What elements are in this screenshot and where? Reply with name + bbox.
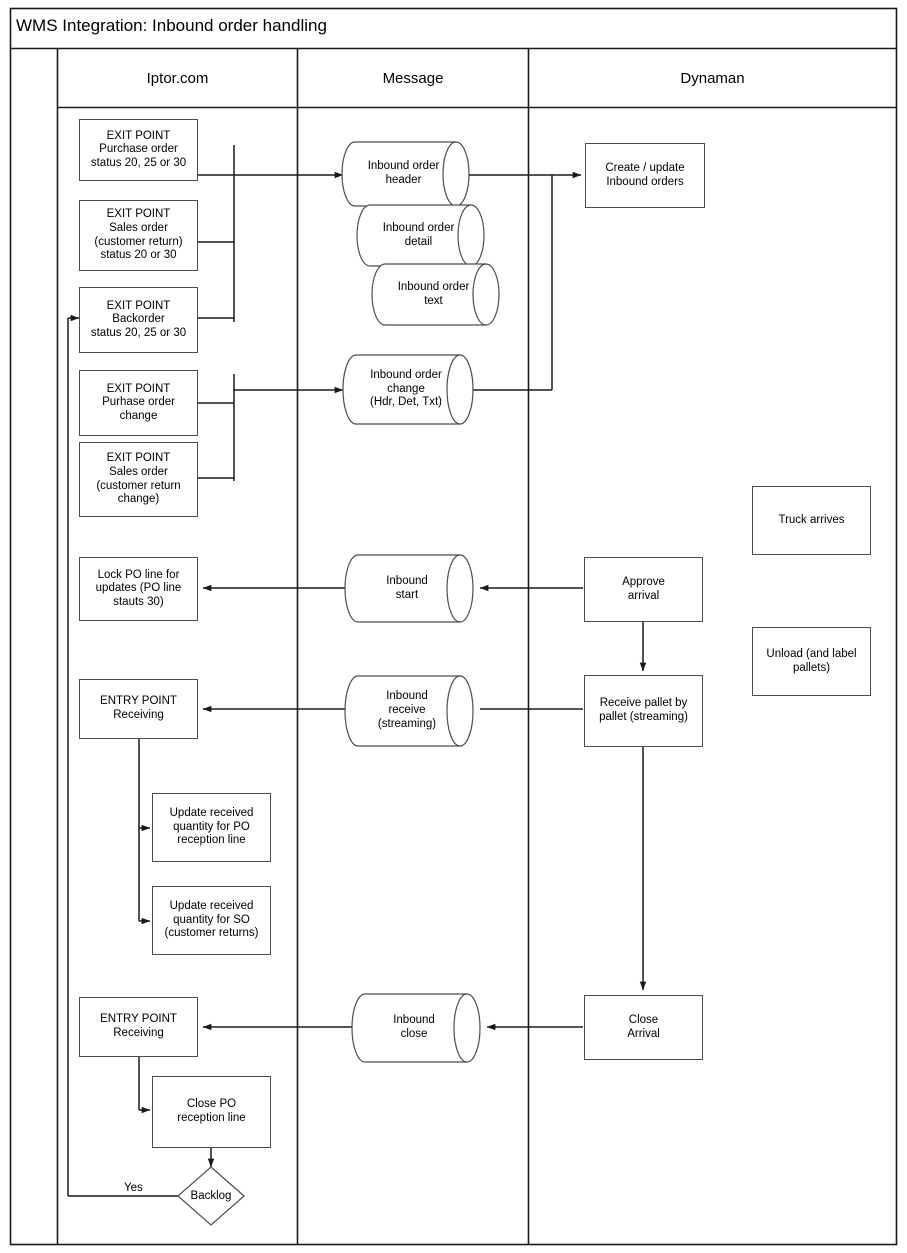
node-exit-po-status[interactable]: EXIT POINT Purchase order status 20, 25 or… (79, 119, 198, 181)
node-msg-inbound-change[interactable]: Inbound order change (Hdr, Det, Txt) (343, 355, 473, 424)
node-exit-so-change[interactable]: EXIT POINT Sales order (customer return cha… (79, 442, 198, 517)
node-dyn-close-arrival[interactable]: Close Arrival (584, 995, 703, 1060)
node-update-qty-po[interactable]: Update received quantity for PO reception … (152, 793, 271, 862)
node-msg-inbound-start[interactable]: Inbound start (345, 555, 473, 622)
node-msg-inbound-text[interactable]: Inbound order text (373, 264, 498, 325)
node-dyn-approve-arrival[interactable]: Approve arrival (584, 557, 703, 622)
lane-header-iptor: Iptor.com (146, 70, 209, 87)
node-entry-receiving-2[interactable]: ENTRY POINT Receiving (79, 997, 198, 1057)
node-update-qty-so[interactable]: Update received quantity for SO (customer … (152, 886, 271, 955)
node-msg-inbound-close[interactable]: Inbound close (352, 994, 480, 1062)
node-dyn-unload[interactable]: Unload (and label pallets) (752, 627, 871, 696)
edge-label-backlog-yes: Yes (124, 1182, 143, 1194)
node-exit-backorder[interactable]: EXIT POINT Backorder status 20, 25 or 30 (79, 287, 198, 353)
node-dyn-receive-pallet[interactable]: Receive pallet by pallet (streaming) (584, 675, 703, 747)
node-msg-inbound-receive[interactable]: Inbound receive (streaming) (345, 676, 473, 746)
page-title: WMS Integration: Inbound order handling (16, 16, 327, 35)
lane-header-message: Message (382, 70, 444, 87)
node-close-po-line[interactable]: Close PO reception line (152, 1076, 271, 1148)
node-msg-inbound-header[interactable]: Inbound order header (343, 142, 468, 206)
node-backlog-decision[interactable]: Backlog (178, 1167, 244, 1225)
lane-header-dynaman: Dynaman (680, 70, 745, 87)
node-entry-receiving-1[interactable]: ENTRY POINT Receiving (79, 679, 198, 739)
node-lock-po-line[interactable]: Lock PO line for updates (PO line stauts 3… (79, 557, 198, 621)
node-exit-so-status[interactable]: EXIT POINT Sales order (customer return) st… (79, 200, 198, 271)
node-dyn-create-update[interactable]: Create / update Inbound orders (585, 143, 705, 208)
node-msg-inbound-detail[interactable]: Inbound order detail (358, 205, 483, 266)
node-dyn-truck-arrives[interactable]: Truck arrives (752, 486, 871, 555)
flowchart-canvas: WMS Integration: Inbound order handling … (0, 0, 907, 1253)
node-exit-po-change[interactable]: EXIT POINT Purhase order change (79, 370, 198, 436)
